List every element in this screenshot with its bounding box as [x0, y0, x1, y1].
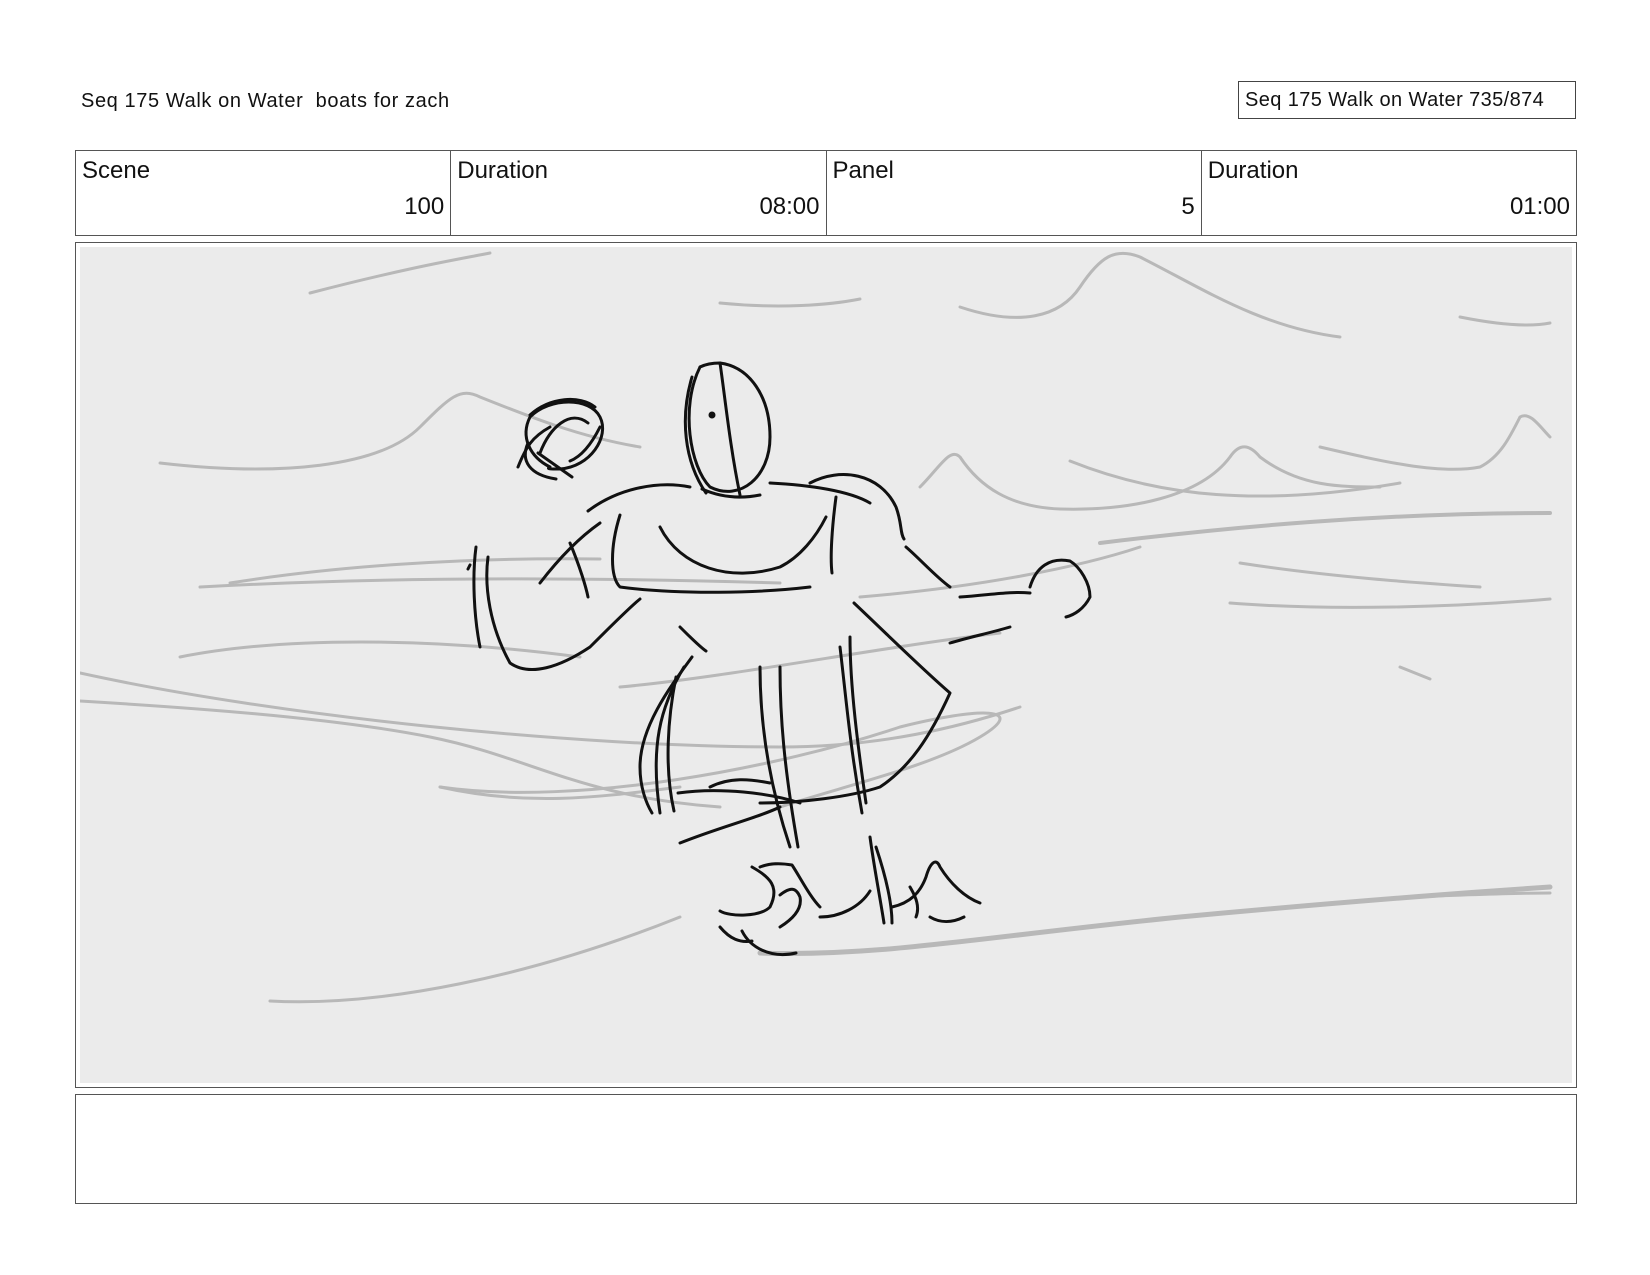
- sketch-drawing: [80, 251, 1553, 1004]
- character-sketch: [466, 361, 1092, 956]
- sequence-title: Seq 175 Walk on Water boats for zach: [81, 90, 450, 112]
- panel-cell: Panel 5: [827, 151, 1202, 235]
- water-lines: [80, 251, 1553, 1004]
- scene-duration-cell: Duration 08:00: [451, 151, 827, 235]
- panel-duration-cell: Duration 01:00: [1202, 151, 1576, 235]
- scene-label: Scene: [82, 157, 151, 184]
- panel-label: Panel: [832, 157, 894, 184]
- scene-duration-value: 08:00: [759, 193, 820, 220]
- scene-info-table: Scene 100 Duration 08:00 Panel 5 Duratio…: [75, 150, 1577, 236]
- panel-duration-label: Duration: [1207, 157, 1299, 184]
- storyboard-panel-frame: [75, 242, 1577, 1088]
- storyboard-sketch: [80, 247, 1572, 1083]
- scene-value: 100: [404, 193, 445, 220]
- panel-duration-value: 01:00: [1509, 193, 1570, 220]
- page-counter: Seq 175 Walk on Water 735/874: [1238, 81, 1576, 119]
- panel-value: 5: [1181, 193, 1195, 220]
- panel-notes-box: [75, 1094, 1577, 1204]
- scene-duration-label: Duration: [457, 157, 548, 184]
- scene-cell: Scene 100: [76, 151, 452, 235]
